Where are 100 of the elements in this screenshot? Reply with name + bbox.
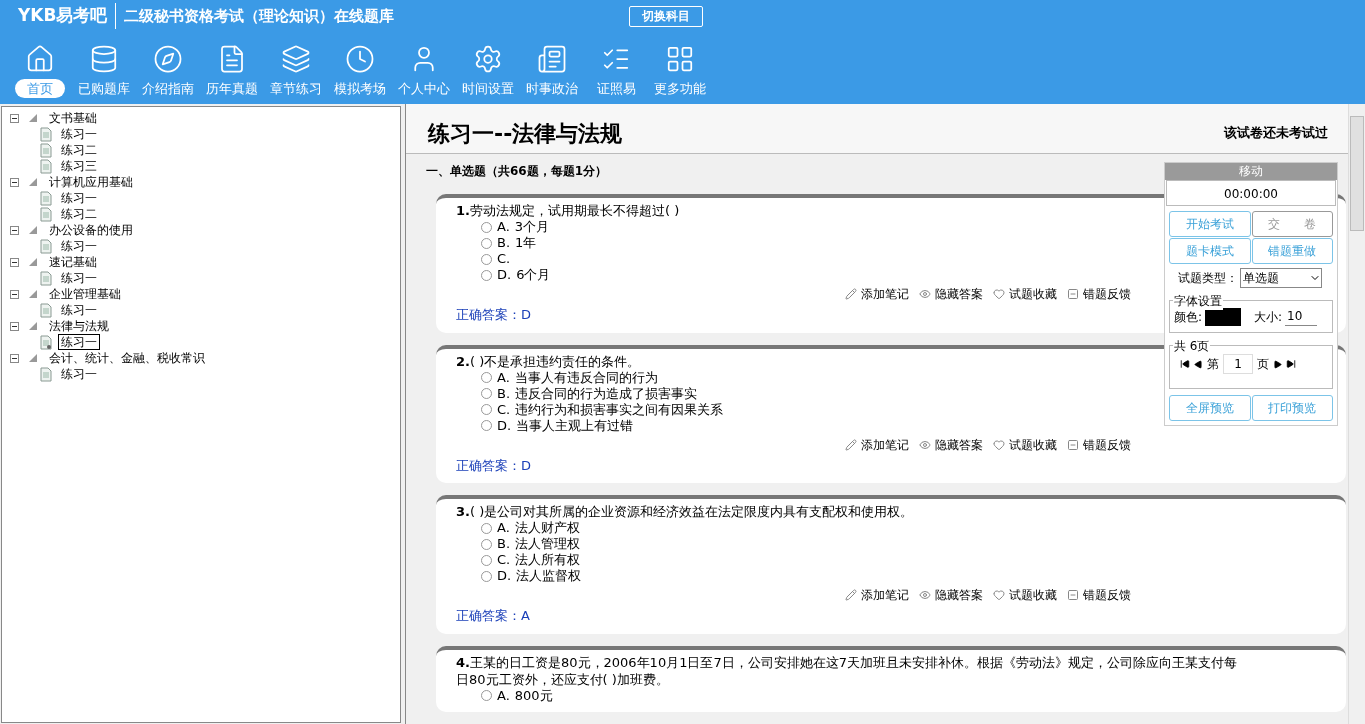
section-heading: 一、单选题（共66题，每题1分） xyxy=(426,163,608,180)
tree-group[interactable]: 速记基础 xyxy=(49,253,97,271)
radio-button[interactable] xyxy=(481,237,492,249)
newspaper-icon[interactable] xyxy=(537,44,567,74)
feedback-icon[interactable] xyxy=(1067,589,1079,601)
settings-icon[interactable] xyxy=(473,44,503,74)
action-link[interactable]: 隐藏答案 xyxy=(935,586,983,604)
pencil-icon[interactable] xyxy=(845,288,857,300)
page-field[interactable]: 1 xyxy=(1223,354,1253,374)
size-field[interactable]: 10 xyxy=(1285,307,1318,326)
question-text: 3.( )是公司对其所属的企业资源和经济效益在法定限度内具有支配权和使用权。 xyxy=(456,503,914,520)
tree-group[interactable]: 会计、统计、金融、税收常识 xyxy=(49,349,205,367)
feedback-icon[interactable] xyxy=(1067,438,1079,451)
tree-group[interactable]: 计算机应用基础 xyxy=(49,173,133,191)
tree-item[interactable]: 练习三 xyxy=(58,158,100,174)
action-link[interactable]: 添加笔记 xyxy=(861,586,909,604)
scrollbar[interactable] xyxy=(1348,104,1365,724)
type-select[interactable]: 单选题 xyxy=(1240,268,1322,288)
radio-button[interactable] xyxy=(481,404,492,415)
grid-icon[interactable] xyxy=(665,44,695,74)
radio-button[interactable] xyxy=(481,690,492,701)
option-label: A. xyxy=(497,686,510,705)
feedback-icon[interactable] xyxy=(1067,288,1079,300)
action-link[interactable]: 错题反馈 xyxy=(1083,586,1131,604)
option-text: 6个月 xyxy=(516,266,551,285)
tree-item[interactable]: 练习一 xyxy=(58,238,100,254)
heart-icon[interactable] xyxy=(993,438,1005,451)
tree-group[interactable]: 法律与法规 xyxy=(49,317,109,335)
collapse-icon[interactable] xyxy=(10,177,19,187)
layers-icon[interactable] xyxy=(281,44,311,74)
option-text: 1年 xyxy=(515,234,537,253)
exam-title: 练习一--法律与法规 xyxy=(428,120,623,148)
tree-item[interactable]: 练习一 xyxy=(58,334,100,350)
tree-item[interactable]: 练习一 xyxy=(58,302,100,318)
action-link[interactable]: 错题反馈 xyxy=(1083,435,1131,454)
radio-button[interactable] xyxy=(481,388,492,399)
tree-item[interactable]: 练习一 xyxy=(58,190,100,206)
previous-page-icon[interactable] xyxy=(1194,359,1203,369)
action-link[interactable]: 试题收藏 xyxy=(1009,435,1057,454)
pages-legend: 共 6页 xyxy=(1173,337,1211,355)
home-icon[interactable] xyxy=(25,44,55,74)
type-label: 试题类型： xyxy=(1178,270,1238,287)
radio-button[interactable] xyxy=(481,221,492,233)
last-page-icon[interactable] xyxy=(1286,359,1296,369)
collapse-icon[interactable] xyxy=(10,353,19,363)
action-link[interactable]: 试题收藏 xyxy=(1009,285,1057,303)
question-text: 1.劳动法规定，试用期最长不得超过( ) xyxy=(456,202,680,219)
clock-icon[interactable] xyxy=(345,44,375,74)
eye-icon[interactable] xyxy=(919,438,931,451)
pencil-icon[interactable] xyxy=(845,589,857,601)
action-link[interactable]: 试题收藏 xyxy=(1009,586,1057,604)
eye-icon[interactable] xyxy=(919,589,931,601)
tree-item[interactable]: 练习一 xyxy=(58,270,100,286)
timer: 00:00:00 xyxy=(1166,180,1336,206)
exam-status: 该试卷还未考试过 xyxy=(1224,123,1328,142)
eye-icon[interactable] xyxy=(919,288,931,300)
radio-button[interactable] xyxy=(481,554,492,566)
tree-group[interactable]: 文书基础 xyxy=(49,109,97,127)
triangle-icon xyxy=(28,257,38,267)
collapse-icon[interactable] xyxy=(10,289,19,299)
tree-group[interactable]: 办公设备的使用 xyxy=(49,221,133,239)
radio-button[interactable] xyxy=(481,522,492,534)
compass-icon[interactable] xyxy=(153,44,183,74)
action-link[interactable]: 错题反馈 xyxy=(1083,285,1131,303)
document-icon xyxy=(40,366,52,382)
size-label: 大小: xyxy=(1254,308,1283,326)
action-link[interactable]: 添加笔记 xyxy=(861,285,909,303)
document-icon xyxy=(40,238,52,254)
radio-button[interactable] xyxy=(481,269,492,281)
radio-button[interactable] xyxy=(481,253,492,265)
action-link[interactable]: 隐藏答案 xyxy=(935,435,983,454)
action-link[interactable]: 隐藏答案 xyxy=(935,285,983,303)
collapse-icon[interactable] xyxy=(10,321,19,331)
option-text: 法人管理权 xyxy=(515,535,581,553)
radio-button[interactable] xyxy=(481,420,492,431)
radio-button[interactable] xyxy=(481,538,492,550)
collapse-icon[interactable] xyxy=(10,225,19,235)
heart-icon[interactable] xyxy=(993,288,1005,300)
option-label: A. xyxy=(497,218,510,237)
tree-item[interactable]: 练习二 xyxy=(58,142,100,158)
action-link[interactable]: 添加笔记 xyxy=(861,435,909,454)
tree-group[interactable]: 企业管理基础 xyxy=(49,285,121,303)
collapse-icon[interactable] xyxy=(10,257,19,267)
collapse-icon[interactable] xyxy=(10,113,19,123)
radio-button[interactable] xyxy=(481,372,492,383)
pencil-icon[interactable] xyxy=(845,438,857,451)
database-icon[interactable] xyxy=(89,44,119,74)
option-label: A. xyxy=(497,368,510,387)
tree-item[interactable]: 练习二 xyxy=(58,206,100,222)
heart-icon[interactable] xyxy=(993,589,1005,601)
radio-button[interactable] xyxy=(481,570,492,582)
next-page-icon[interactable] xyxy=(1273,359,1282,369)
option-label: D. xyxy=(497,266,512,285)
tree-item[interactable]: 练习一 xyxy=(58,366,100,382)
document-icon xyxy=(40,126,52,142)
first-page-icon[interactable] xyxy=(1180,359,1190,369)
triangle-icon xyxy=(28,113,38,123)
document-icon xyxy=(40,302,52,318)
option-label: C. xyxy=(497,250,511,269)
tree-item[interactable]: 练习一 xyxy=(58,126,100,142)
